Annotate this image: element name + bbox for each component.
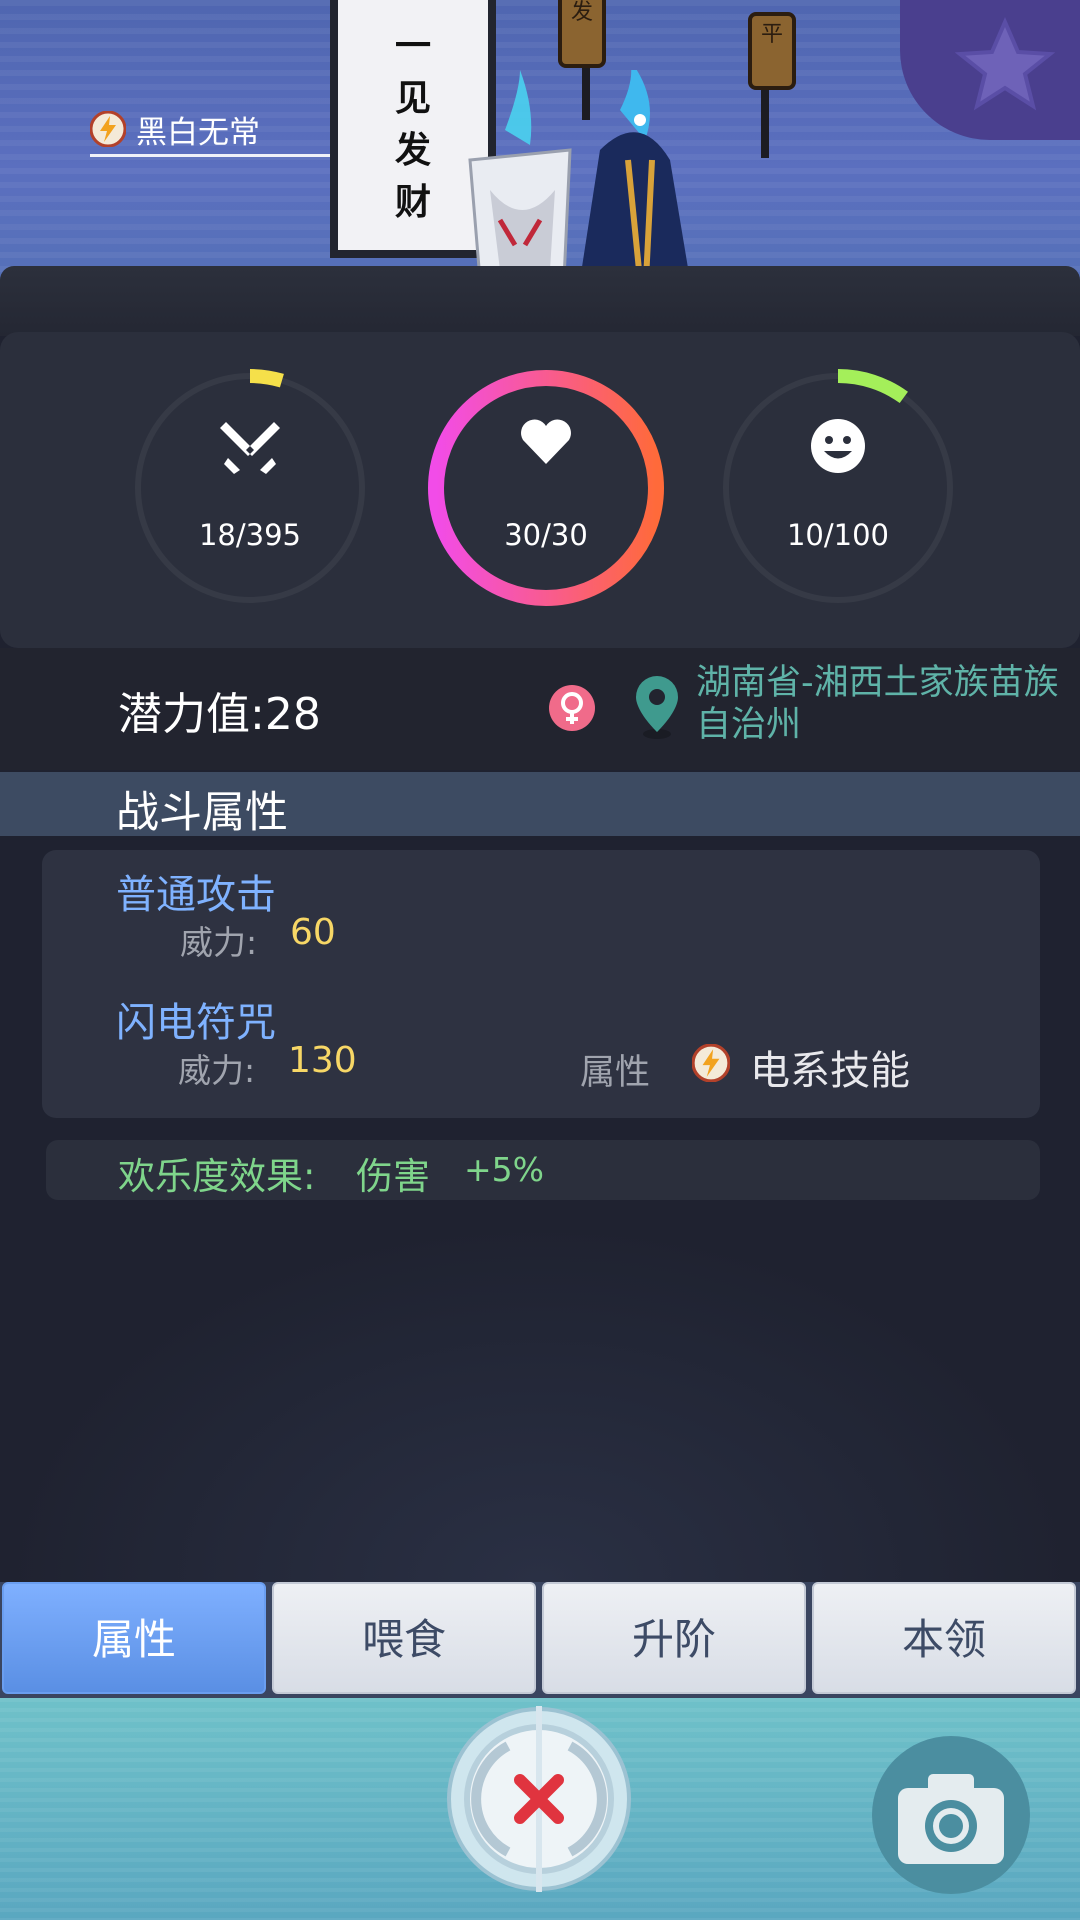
camera-icon [898, 1774, 1004, 1864]
happiness-effect-type: 伤害 [356, 1155, 430, 1198]
camera-button[interactable] [872, 1736, 1030, 1894]
crossed-swords-icon [220, 422, 280, 474]
happiness-effect-value: +5% [464, 1150, 545, 1189]
stats-card: 18/395 30/30 10/100 [0, 332, 1080, 648]
potential-label: 潜力值: [118, 689, 265, 740]
skill-name: 普通攻击 [116, 872, 276, 918]
power-value: 130 [288, 1040, 357, 1081]
section-header: 战斗属性 [0, 772, 1080, 838]
hp-value: 30/30 [504, 518, 588, 552]
happiness-stat: 10/100 [716, 366, 960, 610]
hp-stat: 30/30 [424, 366, 668, 610]
happiness-effect: 欢乐度效果: 伤害 +5% [46, 1140, 1040, 1200]
skill-name: 闪电符咒 [116, 1000, 276, 1046]
map-pin-icon [636, 676, 678, 739]
pet-model [468, 70, 690, 280]
attribute-label: 属性 [580, 1053, 651, 1093]
hp-ring [428, 370, 664, 606]
attack-ring [131, 369, 369, 607]
lightning-icon [692, 1044, 730, 1082]
wooden-sign: 发 [558, 0, 606, 68]
happiness-ring [719, 369, 957, 607]
sign-text: 发 [570, 0, 593, 25]
location-text: 湖南省-湘西土家族苗族自治州 [696, 663, 1059, 745]
sign-text: 平 [760, 22, 783, 47]
power-label: 威力: [180, 923, 258, 962]
skills-box: 普通攻击 威力: 60 闪电符咒 威力: 130 属性 电系技能 [42, 850, 1040, 1118]
female-icon [549, 685, 595, 731]
attack-value: 18/395 [198, 518, 302, 552]
attack-stat: 18/395 [128, 366, 372, 610]
smiley-icon [811, 419, 865, 473]
happiness-effect-label: 欢乐度效果: [118, 1155, 316, 1198]
tab-bar: 属性 喂食 升阶 本领 [0, 1582, 1080, 1698]
heart-icon [521, 419, 571, 464]
star-icon[interactable] [950, 14, 1060, 114]
close-button[interactable] [446, 1706, 632, 1892]
banner-text: 一见发财 [394, 25, 431, 223]
happiness-value: 10/100 [786, 518, 890, 552]
attribute-value: 电系技能 [750, 1048, 910, 1094]
potential-value: 28 [264, 689, 321, 740]
potential: 潜力值:28 [118, 678, 321, 742]
power-value: 60 [290, 912, 336, 953]
section-title: 战斗属性 [116, 788, 288, 838]
lightning-icon [90, 111, 126, 147]
pet-name-row: 黑白无常 [90, 104, 330, 157]
pet-name: 黑白无常 [136, 114, 260, 151]
pet-scene: 发 平 一见发财 黑白无常 [0, 0, 1080, 280]
power-label: 威力: [178, 1051, 256, 1090]
tab-feed[interactable]: 喂食 [272, 1582, 536, 1694]
wooden-sign: 平 [748, 12, 796, 90]
content-background [0, 1220, 1080, 1582]
panel-header-bar [0, 266, 1080, 336]
tab-abilities[interactable]: 本领 [812, 1582, 1076, 1694]
tab-upgrade[interactable]: 升阶 [542, 1582, 806, 1694]
tab-attributes[interactable]: 属性 [2, 1582, 266, 1694]
sign-pole [761, 88, 769, 158]
